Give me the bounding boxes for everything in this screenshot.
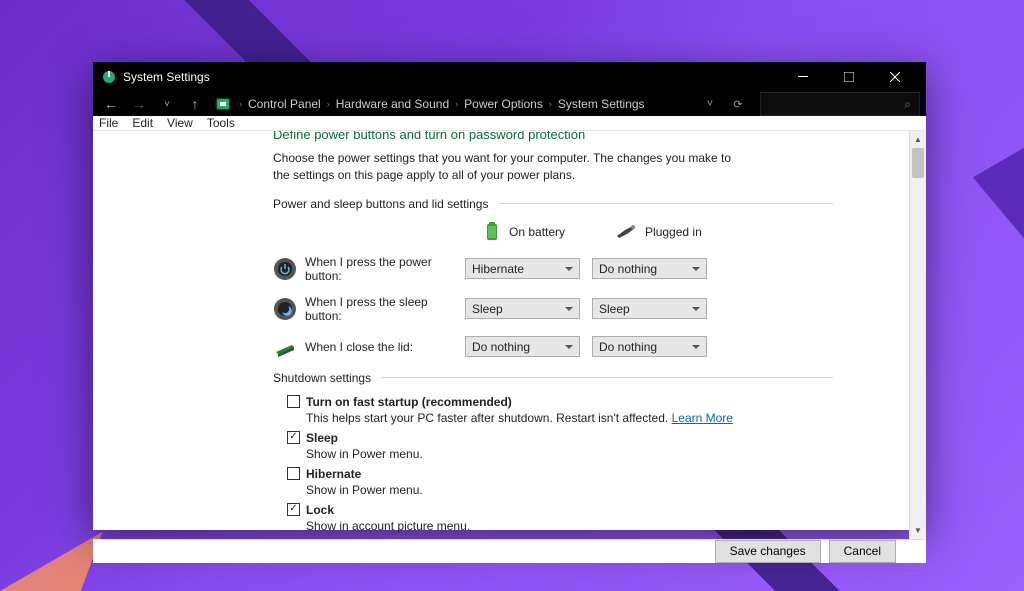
page-heading: Define power buttons and turn on passwor… [273,131,833,142]
search-input[interactable]: ⌕ [760,92,920,116]
row-close-lid: When I close the lid: Do nothing Do noth… [273,335,833,359]
fast-startup-desc: This helps start your PC faster after sh… [306,411,833,425]
sleep-checkbox[interactable] [287,431,300,444]
power-button-icon [273,257,297,281]
close-lid-battery-select[interactable]: Do nothing [465,336,580,357]
scroll-down-icon[interactable]: ▼ [910,522,926,539]
close-button[interactable] [872,62,918,92]
power-button-plugged-select[interactable]: Do nothing [592,258,707,279]
back-button[interactable]: ← [99,92,123,116]
breadcrumb[interactable]: ›Control Panel ›Hardware and Sound ›Powe… [239,97,645,111]
desktop-background: System Settings ← → ˅ ↑ ›Control Panel ›… [0,0,1024,591]
sleep-button-icon [273,297,297,321]
address-dropdown-icon[interactable]: ˅ [698,98,722,110]
menu-edit[interactable]: Edit [132,116,153,130]
window-title: System Settings [123,70,210,84]
learn-more-link[interactable]: Learn More [672,411,733,425]
save-changes-button[interactable]: Save changes [715,540,821,563]
titlebar[interactable]: System Settings [93,62,926,92]
system-settings-window: System Settings ← → ˅ ↑ ›Control Panel ›… [93,62,926,530]
row-sleep-button: When I press the sleep button: Sleep Sle… [273,295,833,323]
content-area: Define power buttons and turn on passwor… [93,131,909,539]
laptop-lid-icon [273,335,297,359]
footer-bar: Save changes Cancel [93,539,926,563]
sleep-button-battery-select[interactable]: Sleep [465,298,580,319]
section-shutdown: Shutdown settings [273,371,833,385]
column-on-battery: On battery [483,221,565,243]
hibernate-label: Hibernate [306,467,361,481]
menu-bar: File Edit View Tools [93,116,926,131]
sleep-desc: Show in Power menu. [306,447,833,461]
section-power-buttons: Power and sleep buttons and lid settings [273,197,833,211]
battery-icon [483,221,501,243]
lock-checkbox[interactable] [287,503,300,516]
app-icon [101,69,117,85]
fast-startup-label: Turn on fast startup (recommended) [306,395,512,409]
cancel-button[interactable]: Cancel [829,540,896,563]
menu-file[interactable]: File [99,116,118,130]
search-icon: ⌕ [904,97,911,112]
menu-tools[interactable]: Tools [207,116,235,130]
row-power-button: When I press the power button: Hibernate… [273,255,833,283]
scroll-up-icon[interactable]: ▲ [910,131,926,148]
sleep-button-plugged-select[interactable]: Sleep [592,298,707,319]
forward-button[interactable]: → [127,92,151,116]
hibernate-checkbox[interactable] [287,467,300,480]
close-lid-plugged-select[interactable]: Do nothing [592,336,707,357]
column-plugged-in: Plugged in [615,224,702,240]
power-button-battery-select[interactable]: Hibernate [465,258,580,279]
location-icon [211,92,235,116]
fast-startup-checkbox[interactable] [287,395,300,408]
recent-dropdown-icon[interactable]: ˅ [155,92,179,116]
up-button[interactable]: ↑ [183,92,207,116]
vertical-scrollbar[interactable]: ▲ ▼ [909,131,926,539]
scroll-thumb[interactable] [912,148,924,178]
maximize-button[interactable] [826,62,872,92]
minimize-button[interactable] [780,62,826,92]
hibernate-desc: Show in Power menu. [306,483,833,497]
lock-desc: Show in account picture menu. [306,519,833,533]
sleep-label: Sleep [306,431,338,445]
page-intro: Choose the power settings that you want … [273,150,743,185]
plug-icon [615,224,637,240]
menu-view[interactable]: View [167,116,193,130]
address-bar: ← → ˅ ↑ ›Control Panel ›Hardware and Sou… [93,92,926,116]
lock-label: Lock [306,503,334,517]
refresh-button[interactable]: ⟳ [726,98,750,111]
